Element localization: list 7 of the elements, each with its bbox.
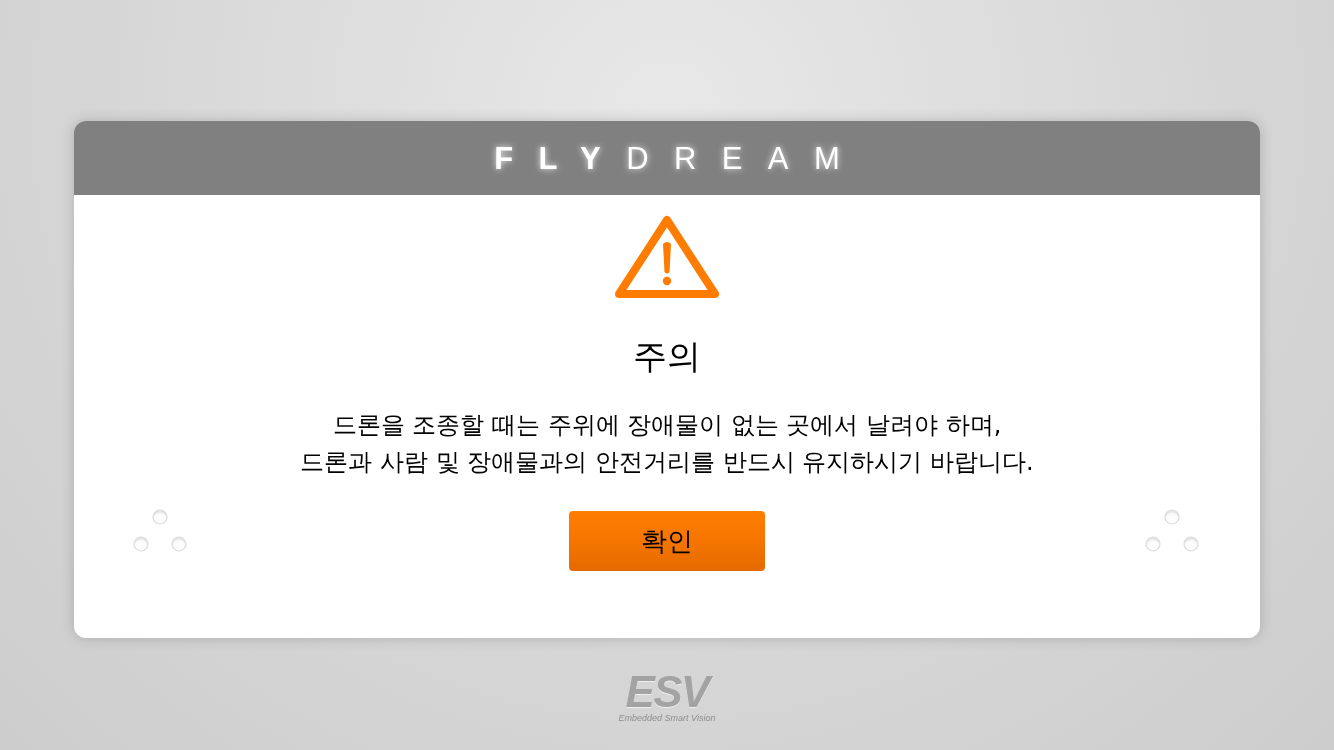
warning-icon <box>613 214 721 301</box>
dots-ornament-icon <box>1145 509 1201 553</box>
dialog-title: 주의 <box>633 336 701 376</box>
company-tagline: Embedded Smart Vision <box>618 712 716 724</box>
confirm-button[interactable]: 확인 <box>569 511 765 571</box>
dots-ornament-icon <box>133 509 189 553</box>
warning-message: 드론을 조종할 때는 주위에 장애물이 없는 곳에서 날려야 하며, 드론과 사람 및 장애물과의 안전거리를 반드시 유지하시기 바랍니다. <box>300 410 1034 478</box>
